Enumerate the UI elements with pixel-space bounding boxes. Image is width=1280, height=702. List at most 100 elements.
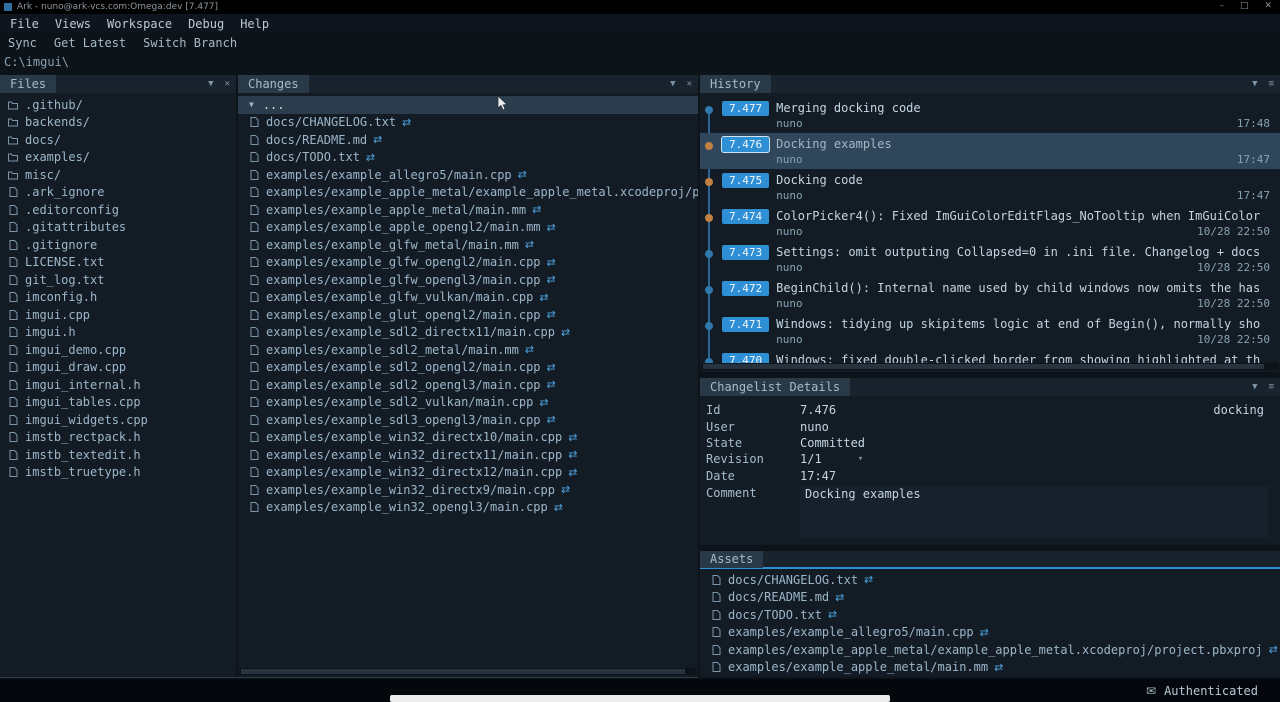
- file-tree-item[interactable]: imconfig.h: [0, 289, 236, 307]
- history-commit-row[interactable]: 7.473 Settings: omit outputing Collapsed…: [700, 241, 1280, 277]
- changed-file-row[interactable]: examples/example_sdl2_vulkan/main.cpp ⇄: [238, 394, 698, 412]
- file-tree-item[interactable]: .editorconfig: [0, 201, 236, 219]
- file-tree-item[interactable]: imgui_draw.cpp: [0, 359, 236, 377]
- changed-file-row[interactable]: examples/example_allegro5/main.cpp ⇄: [238, 166, 698, 184]
- commit-title: Merging docking code: [776, 100, 1272, 116]
- changed-file-row[interactable]: examples/example_sdl3_opengl3/main.cpp ⇄: [238, 411, 698, 429]
- sync-button[interactable]: Sync: [8, 36, 37, 50]
- asset-row[interactable]: docs/CHANGELOG.txt ⇄: [700, 571, 1280, 589]
- commit-dot-icon: [705, 178, 713, 186]
- history-commit-row[interactable]: 7.475 Docking code nuno 17:47: [700, 169, 1280, 205]
- changed-file-row[interactable]: examples/example_win32_opengl3/main.cpp …: [238, 499, 698, 517]
- changed-file-row[interactable]: examples/example_glfw_opengl2/main.cpp ⇄: [238, 254, 698, 272]
- file-name: imgui_internal.h: [25, 378, 141, 392]
- file-tree-item[interactable]: imgui_demo.cpp: [0, 341, 236, 359]
- modified-icon: ⇄: [568, 449, 577, 460]
- changed-file-row[interactable]: examples/example_apple_metal/example_app…: [238, 184, 698, 202]
- close-panel-icon[interactable]: ✕: [687, 79, 692, 89]
- file-tree-item[interactable]: .gitignore: [0, 236, 236, 254]
- close-panel-icon[interactable]: ✕: [225, 79, 230, 89]
- file-tree-item[interactable]: .github/: [0, 96, 236, 114]
- revision-dropdown-icon[interactable]: ▾: [858, 454, 863, 464]
- changed-file-row[interactable]: examples/example_glfw_opengl3/main.cpp ⇄: [238, 271, 698, 289]
- panel-divider: [0, 677, 698, 678]
- file-tree-item[interactable]: imstb_truetype.h: [0, 464, 236, 482]
- changed-file-row[interactable]: examples/example_win32_directx10/main.cp…: [238, 429, 698, 447]
- switch-branch-button[interactable]: Switch Branch: [143, 36, 237, 50]
- file-tree-item[interactable]: imgui_tables.cpp: [0, 394, 236, 412]
- asset-row[interactable]: docs/README.md ⇄: [700, 589, 1280, 607]
- menu-views[interactable]: Views: [55, 17, 91, 31]
- changes-root-row[interactable]: ▼ ...: [238, 96, 698, 114]
- file-tree-item[interactable]: examples/: [0, 149, 236, 167]
- changed-file-row[interactable]: examples/example_apple_opengl2/main.mm ⇄: [238, 219, 698, 237]
- horizontal-scrollbar[interactable]: [701, 363, 1279, 370]
- history-commit-row[interactable]: 7.476 Docking examples nuno 17:47: [700, 133, 1280, 169]
- menu-icon[interactable]: ≡: [1269, 79, 1274, 89]
- file-tree-item[interactable]: docs/: [0, 131, 236, 149]
- history-commit-row[interactable]: 7.472 BeginChild(): Internal name used b…: [700, 277, 1280, 313]
- changed-file-row[interactable]: examples/example_glfw_metal/main.mm ⇄: [238, 236, 698, 254]
- file-tree-item[interactable]: .gitattributes: [0, 219, 236, 237]
- minimize-icon[interactable]: –: [1219, 1, 1224, 11]
- taskbar-hint: [390, 695, 890, 702]
- file-icon: [248, 309, 260, 321]
- file-tree-item[interactable]: imgui_widgets.cpp: [0, 411, 236, 429]
- menu-debug[interactable]: Debug: [188, 17, 224, 31]
- changed-file-row[interactable]: docs/TODO.txt ⇄: [238, 149, 698, 167]
- scrollbar-thumb[interactable]: [241, 669, 685, 674]
- asset-row[interactable]: examples/example_apple_metal/main.mm ⇄: [700, 659, 1280, 677]
- file-tree-item[interactable]: imgui.h: [0, 324, 236, 342]
- asset-row[interactable]: examples/example_allegro5/main.cpp ⇄: [700, 624, 1280, 642]
- changed-file-row[interactable]: examples/example_sdl2_metal/main.mm ⇄: [238, 341, 698, 359]
- file-tree-item[interactable]: misc/: [0, 166, 236, 184]
- file-tree-item[interactable]: LICENSE.txt: [0, 254, 236, 272]
- get-latest-button[interactable]: Get Latest: [54, 36, 126, 50]
- filter-icon[interactable]: ▼: [208, 79, 213, 89]
- file-tree-item[interactable]: imgui.cpp: [0, 306, 236, 324]
- filter-icon[interactable]: ▼: [670, 79, 675, 89]
- file-tree-item[interactable]: imstb_textedit.h: [0, 446, 236, 464]
- maximize-icon[interactable]: □: [1240, 1, 1249, 11]
- file-tree-item[interactable]: git_log.txt: [0, 271, 236, 289]
- changed-file-row[interactable]: examples/example_sdl2_directx11/main.cpp…: [238, 324, 698, 342]
- changed-file-row[interactable]: docs/CHANGELOG.txt ⇄: [238, 114, 698, 132]
- file-tree-item[interactable]: imstb_rectpack.h: [0, 429, 236, 447]
- modified-icon: ⇄: [539, 397, 548, 408]
- file-icon: [710, 609, 722, 621]
- asset-row[interactable]: docs/TODO.txt ⇄: [700, 606, 1280, 624]
- file-icon: [710, 574, 722, 586]
- filter-icon[interactable]: ▼: [1252, 79, 1257, 89]
- history-commit-row[interactable]: 7.470 Windows: fixed double-clicked bord…: [700, 349, 1280, 363]
- collapse-icon[interactable]: ▼: [249, 100, 254, 109]
- toolbar: Sync Get Latest Switch Branch: [0, 33, 1280, 52]
- file-tree-item[interactable]: backends/: [0, 114, 236, 132]
- changed-file-row[interactable]: examples/example_sdl2_opengl3/main.cpp ⇄: [238, 376, 698, 394]
- changed-file-row[interactable]: examples/example_sdl2_opengl2/main.cpp ⇄: [238, 359, 698, 377]
- close-icon[interactable]: ✕: [1264, 1, 1272, 11]
- history-commit-row[interactable]: 7.471 Windows: tidying up skipitems logi…: [700, 313, 1280, 349]
- changed-file-name: examples/example_apple_metal/main.mm: [266, 203, 526, 217]
- menu-workspace[interactable]: Workspace: [107, 17, 172, 31]
- history-panel-title: History: [700, 75, 771, 93]
- menu-icon[interactable]: ≡: [1269, 382, 1274, 392]
- changed-file-row[interactable]: examples/example_win32_directx12/main.cp…: [238, 464, 698, 482]
- menu-help[interactable]: Help: [240, 17, 269, 31]
- file-name: backends/: [25, 115, 90, 129]
- horizontal-scrollbar[interactable]: [239, 668, 697, 675]
- scrollbar-thumb[interactable]: [703, 364, 1264, 369]
- history-commit-row[interactable]: 7.477 Merging docking code nuno 17:48: [700, 97, 1280, 133]
- changed-file-row[interactable]: examples/example_apple_metal/main.mm ⇄: [238, 201, 698, 219]
- asset-row[interactable]: examples/example_apple_metal/example_app…: [700, 641, 1280, 659]
- changed-file-row[interactable]: docs/README.md ⇄: [238, 131, 698, 149]
- changed-file-row[interactable]: examples/example_win32_directx9/main.cpp…: [238, 481, 698, 499]
- file-tree-item[interactable]: imgui_internal.h: [0, 376, 236, 394]
- changed-file-row[interactable]: examples/example_glut_opengl2/main.cpp ⇄: [238, 306, 698, 324]
- history-commit-row[interactable]: 7.474 ColorPicker4(): Fixed ImGuiColorEd…: [700, 205, 1280, 241]
- filter-icon[interactable]: ▼: [1252, 382, 1257, 392]
- changed-file-row[interactable]: examples/example_win32_directx11/main.cp…: [238, 446, 698, 464]
- menu-file[interactable]: File: [10, 17, 39, 31]
- commit-time: 10/28 22:50: [1197, 260, 1270, 275]
- changed-file-row[interactable]: examples/example_glfw_vulkan/main.cpp ⇄: [238, 289, 698, 307]
- file-tree-item[interactable]: .ark_ignore: [0, 184, 236, 202]
